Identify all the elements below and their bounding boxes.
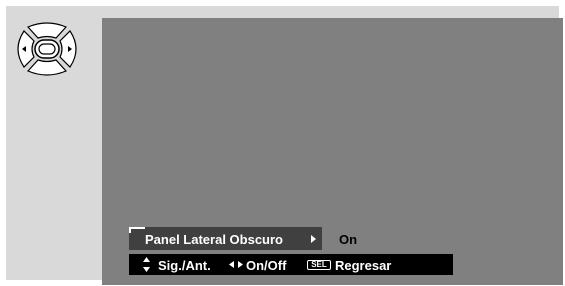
help-bar: Sig./Ant. On/Off SEL Regresar — [129, 254, 453, 275]
right-triangle-icon — [311, 235, 316, 243]
left-right-arrows-icon — [229, 261, 243, 268]
menu-item-value: On — [339, 232, 358, 247]
menu-item-panel-lateral[interactable]: Panel Lateral Obscuro — [129, 227, 322, 250]
sel-button-icon: SEL — [307, 260, 331, 270]
menu-tab-marker — [129, 227, 145, 229]
help-leftright-label: On/Off — [246, 258, 287, 273]
help-select-label: Regresar — [335, 258, 392, 273]
help-updown-label: Sig./Ant. — [158, 258, 211, 273]
remote-dpad-icon — [4, 21, 90, 82]
menu-item-label: Panel Lateral Obscuro — [145, 232, 283, 247]
up-down-arrows-icon — [143, 257, 150, 272]
menu-tab-marker-side — [129, 227, 131, 233]
